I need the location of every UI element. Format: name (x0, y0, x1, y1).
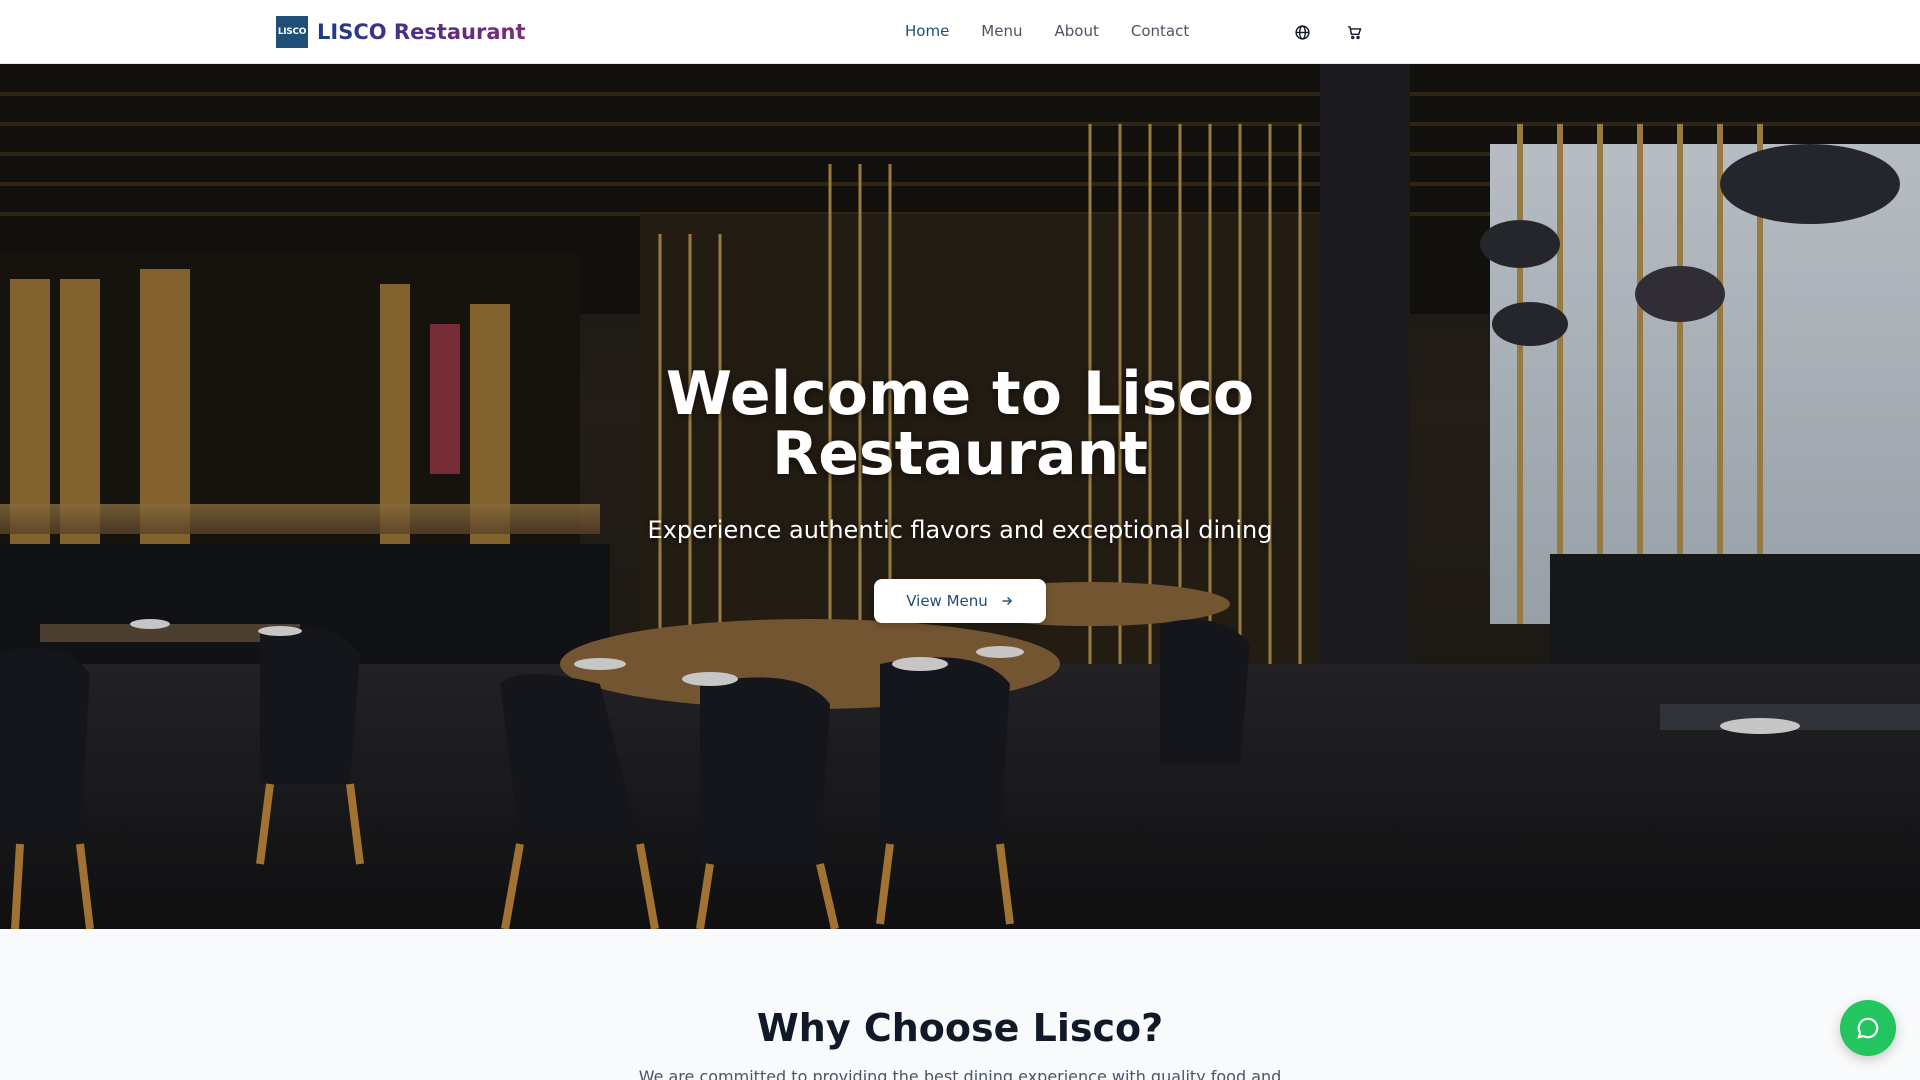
chat-bubble-icon (1857, 1017, 1879, 1039)
nav-link-home[interactable]: Home (905, 22, 949, 40)
globe-icon[interactable] (1291, 21, 1313, 43)
hero-section: Welcome to Lisco Restaurant Experience a… (0, 64, 1920, 929)
chat-button[interactable] (1840, 1000, 1896, 1056)
cart-icon[interactable] (1343, 21, 1365, 43)
view-menu-label: View Menu (906, 592, 988, 610)
main-nav: Home Menu About Contact (905, 22, 1221, 40)
brand-logo[interactable]: LISCO (276, 16, 308, 48)
view-menu-button[interactable]: View Menu (874, 579, 1046, 623)
hero-title: Welcome to Lisco Restaurant (665, 359, 1255, 489)
brand[interactable]: LISCO LISCO Restaurant (276, 16, 525, 48)
nav-link-menu[interactable]: Menu (981, 22, 1022, 40)
top-navbar: LISCO LISCO Restaurant Home Menu About C… (0, 0, 1920, 64)
hero-overlay (0, 64, 1920, 929)
why-choose-text: We are committed to providing the best d… (638, 1067, 1282, 1080)
why-choose-title: Why Choose Lisco? (756, 1006, 1164, 1050)
nav-actions (1291, 21, 1365, 43)
hero-subtitle: Experience authentic flavors and excepti… (647, 516, 1273, 544)
nav-link-about[interactable]: About (1054, 22, 1098, 40)
brand-name[interactable]: LISCO Restaurant (317, 20, 525, 44)
nav-link-contact[interactable]: Contact (1131, 22, 1189, 40)
arrow-right-icon (1002, 597, 1012, 605)
